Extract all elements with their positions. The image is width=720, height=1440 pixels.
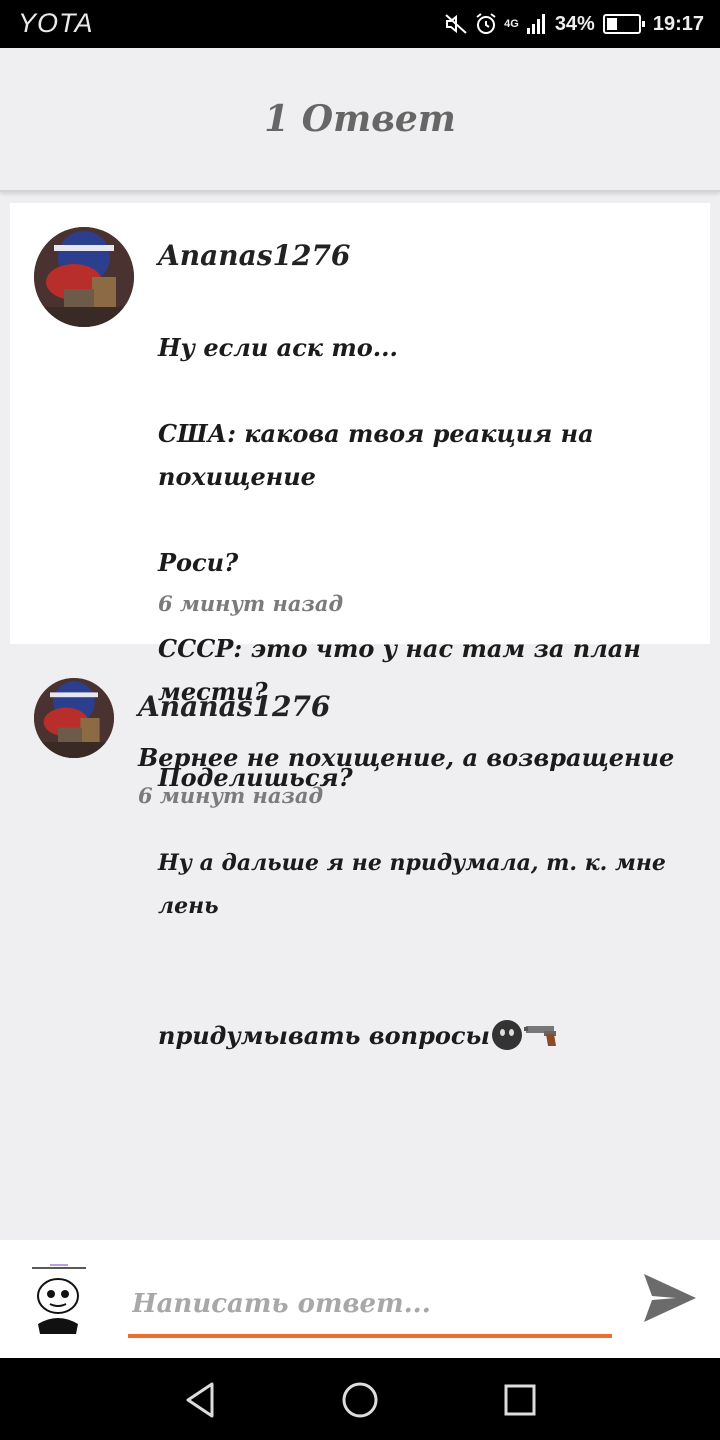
comment-avatar[interactable] (34, 227, 134, 327)
signal-icon (526, 14, 545, 34)
mute-icon (445, 14, 467, 34)
comment-line: Ну если аск то... (158, 333, 398, 362)
header: 1 Ответ (0, 48, 720, 192)
recents-icon[interactable] (498, 1378, 542, 1422)
back-icon[interactable] (178, 1378, 222, 1422)
comment-line: Роси? (158, 548, 239, 577)
avatar-image (34, 227, 134, 327)
send-icon[interactable] (640, 1270, 700, 1326)
comment-line: Ну а дальше я не придумала, т. к. мне ле… (158, 850, 666, 919)
comment-card[interactable]: Ananas1276 Ну если аск то... США: какова… (10, 203, 710, 1050)
reply-bar (0, 1240, 720, 1358)
reply-timestamp: 6 минут назад (138, 783, 324, 808)
user-avatar[interactable] (28, 1264, 90, 1336)
battery-fill (606, 18, 617, 30)
reply-input[interactable] (128, 1274, 612, 1338)
avatar-image (34, 678, 114, 758)
home-icon[interactable] (338, 1378, 382, 1422)
pistol-emoji-icon (523, 1026, 556, 1046)
status-bar: YOTA 4G 34% 19:17 (0, 0, 720, 48)
alarm-icon (476, 13, 496, 34)
page-title: 1 Ответ (264, 98, 456, 140)
comment-timestamp: 6 минут назад (158, 591, 344, 616)
network-type-label: 4G (504, 18, 519, 30)
status-icons: 4G 34% 19:17 (444, 0, 704, 48)
comment-author[interactable]: Ananas1276 (158, 239, 350, 272)
battery-percent: 34% (554, 12, 595, 35)
comment-line: США: какова твоя реакция на похищение (158, 419, 594, 491)
comment-line-last: придумывать вопросы (158, 971, 698, 1057)
screen: YOTA 4G 34% 19:17 1 Ответ Ananas1276 Ну … (0, 0, 720, 1440)
clock: 19:17 (652, 12, 704, 35)
smiling-face-emoji-icon (491, 1020, 522, 1050)
carrier-label: YOTA (18, 8, 94, 38)
navigation-bar (0, 1358, 720, 1440)
comment-line: придумывать вопросы (158, 1021, 490, 1050)
reply-text: Вернее не похищение, а возвращение (138, 743, 675, 772)
battery-icon (602, 14, 645, 34)
reply-avatar[interactable] (34, 678, 114, 758)
reply-author[interactable]: Ananas1276 (138, 690, 330, 723)
